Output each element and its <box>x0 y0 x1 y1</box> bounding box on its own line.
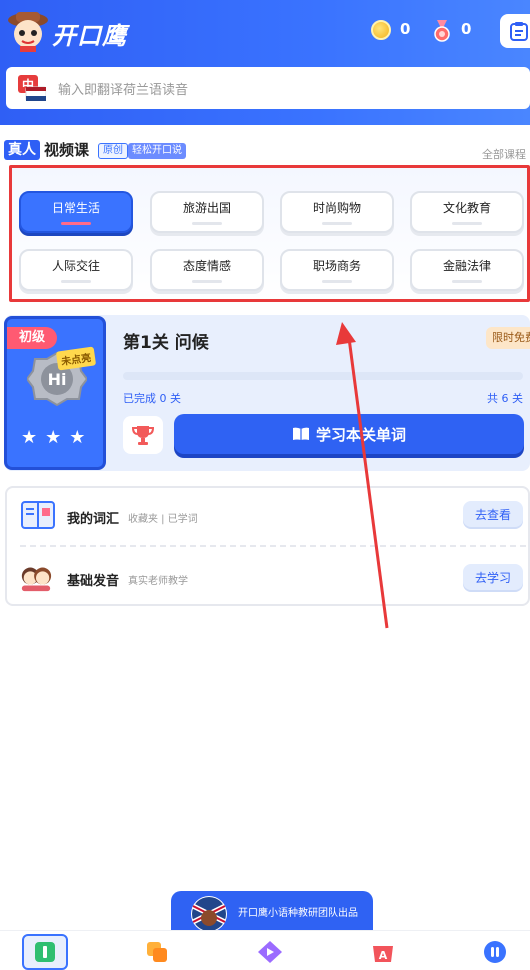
pronunciation-subtitle: 真实老师教学 <box>128 576 188 587</box>
nav-home[interactable] <box>22 934 68 970</box>
completed-count: 已完成 0 关 <box>123 392 181 405</box>
my-vocab-title: 我的词汇 <box>67 512 120 527</box>
medal-icon <box>434 20 450 42</box>
study-words-button[interactable]: 学习本关单词 <box>174 414 524 454</box>
app-title: 开口鹰 <box>52 22 127 50</box>
nav-chat[interactable] <box>472 934 518 970</box>
free-tag: 限时免费 <box>486 327 530 349</box>
book-icon <box>292 427 309 440</box>
all-courses-link[interactable]: 全部课程 <box>482 146 526 162</box>
team-credit-text: 开口鹰小语种教研团队出品 <box>238 908 358 919</box>
my-vocab-subtitle: 收藏夹 | 已学词 <box>128 514 198 525</box>
video-play-icon <box>258 941 282 963</box>
team-banner: 开口鹰小语种教研团队出品 <box>171 891 373 932</box>
lesson-stars: ★ ★ ★ <box>21 429 85 447</box>
dictionary-icon: A <box>373 946 393 962</box>
clipboard-button[interactable] <box>500 14 530 48</box>
chat-icon <box>484 941 506 963</box>
search-placeholder: 输入即翻译荷兰语读音 <box>58 82 189 98</box>
vocabulary-book-icon <box>21 501 55 529</box>
clipboard-icon <box>510 22 528 41</box>
study-button-label: 学习本关单词 <box>315 425 406 444</box>
learn-pronunciation-button[interactable]: 去学习 <box>463 564 523 590</box>
trophy-button[interactable] <box>123 416 163 454</box>
star-icon: ★ <box>69 427 86 448</box>
home-icon <box>35 942 55 962</box>
original-tag: 原创 <box>98 143 128 159</box>
level-badge: 初级 <box>7 327 57 349</box>
lesson-progress-bar <box>123 372 523 380</box>
team-logo-icon <box>191 896 227 932</box>
real-person-badge: 真人 <box>4 140 40 160</box>
translate-search-bar[interactable]: 中 输入即翻译荷兰语读音 <box>6 67 530 109</box>
not-lit-tag: 未点亮 <box>55 346 97 371</box>
row-divider <box>20 545 526 547</box>
medal-count: 0 <box>461 20 472 38</box>
star-icon: ★ <box>21 427 38 448</box>
pronunciation-title: 基础发音 <box>67 574 120 589</box>
hi-text: Hi <box>48 370 67 389</box>
nav-video[interactable] <box>247 934 293 970</box>
lesson-thumbnail[interactable]: 初级 Hi 未点亮 ★ ★ ★ <box>4 316 106 470</box>
lesson-title: 第1关 问候 <box>123 333 209 353</box>
cards-icon <box>147 942 167 962</box>
coin-icon <box>371 20 391 40</box>
language-flag-icon: 中 <box>18 75 46 101</box>
highlight-annotation-box <box>9 165 530 302</box>
section-title: 视频课 <box>44 141 90 159</box>
nav-dictionary[interactable]: A <box>360 934 406 970</box>
trophy-icon <box>132 426 154 445</box>
star-icon: ★ <box>45 427 62 448</box>
coin-count: 0 <box>400 20 411 38</box>
app-header: 开口鹰 0 0 中 输入即翻译荷兰语读音 <box>0 0 530 125</box>
svg-text:A: A <box>379 949 388 962</box>
easy-speak-tag: 轻松开口说 <box>128 143 186 159</box>
mascot-logo-icon <box>8 12 48 52</box>
nav-cards[interactable] <box>134 934 180 970</box>
teachers-avatar-icon <box>21 567 52 592</box>
view-vocab-button[interactable]: 去查看 <box>463 501 523 527</box>
video-course-header: 真人 视频课 原创 轻松开口说 全部课程 <box>4 140 530 162</box>
bottom-navigation: A <box>0 930 530 970</box>
total-count: 共 6 关 <box>487 392 523 405</box>
